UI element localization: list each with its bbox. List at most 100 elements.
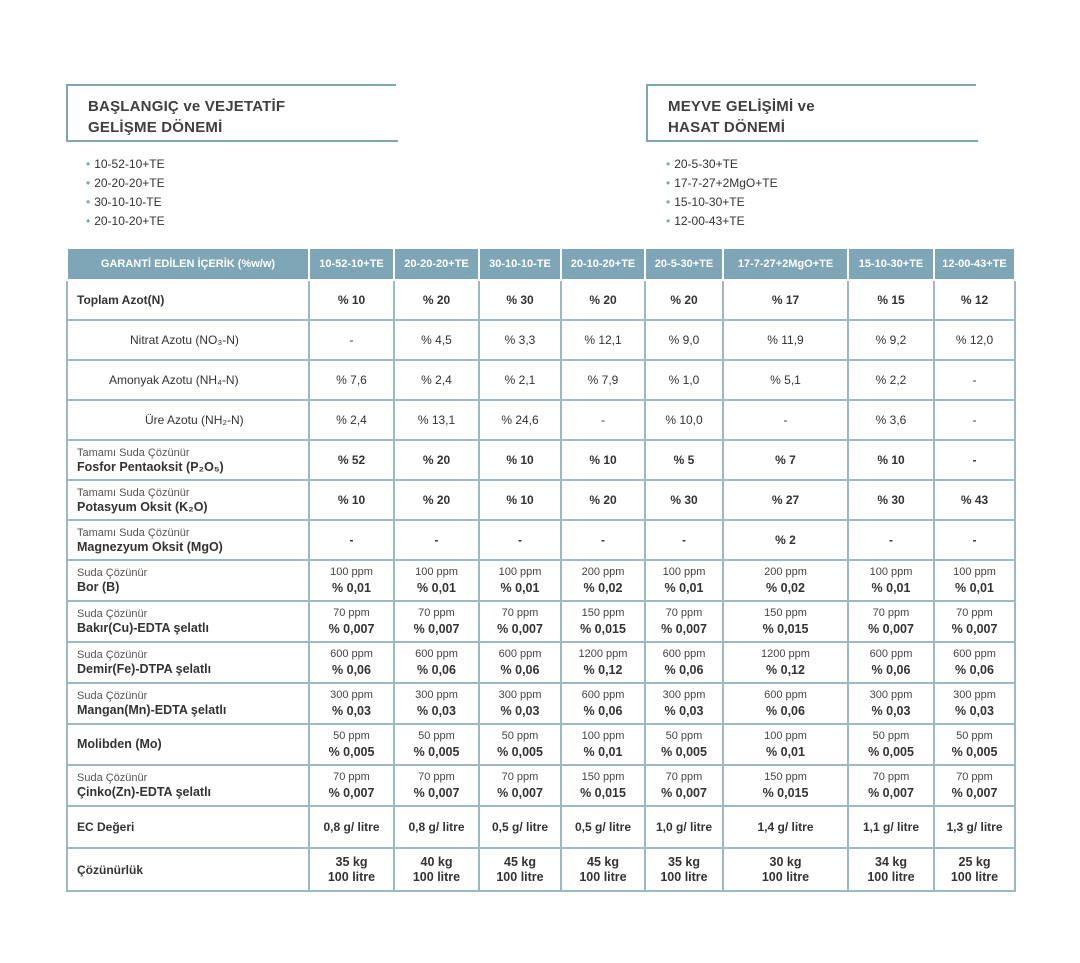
ppm-value: 70 ppm — [333, 607, 370, 619]
row-label: Üre Azotu (NH₂-N) — [66, 399, 310, 441]
ppm-value: 70 ppm — [418, 607, 455, 619]
ppm-value: 600 ppm — [581, 689, 625, 701]
percent-value: % 0,06 — [417, 663, 456, 677]
percent-value: % 0,03 — [332, 704, 371, 718]
table-cell: % 3,3 — [478, 319, 562, 361]
table-row-ec: EC Değeri 0,8 g/ litre 0,8 g/ litre 0,5 g/ … — [66, 805, 1016, 849]
table-row: Üre Azotu (NH₂-N)% 2,4% 13,1% 24,6-% 10,… — [66, 399, 1016, 441]
table-cell: 30 kg 100 litre — [722, 847, 849, 892]
table-cell: 150 ppm % 0,015 — [560, 764, 646, 807]
table-cell: % 52 — [308, 439, 395, 481]
percent-value: % 0,01 — [332, 581, 371, 595]
table-cell: 300 ppm % 0,03 — [933, 682, 1016, 725]
ppm-value: 50 ppm — [872, 730, 910, 742]
table-cell: 600 ppm % 0,06 — [393, 641, 480, 684]
table-cell: 45 kg 100 litre — [478, 847, 562, 892]
table-cell: 300 ppm % 0,03 — [478, 682, 562, 725]
ppm-value: 100 ppm — [662, 566, 706, 578]
ppm-value: 600 ppm — [953, 648, 996, 660]
table-row-solubility: Çözünürlük 35 kg 100 litre 40 kg 100 litre 45… — [66, 847, 1016, 892]
table-cell: 100 ppm % 0,01 — [933, 559, 1016, 602]
table-cell: 200 ppm % 0,02 — [722, 559, 849, 602]
table-cell: 600 ppm % 0,06 — [308, 641, 395, 684]
table-cell: 100 ppm % 0,01 — [560, 723, 646, 766]
percent-value: % 0,007 — [328, 622, 375, 636]
ppm-value: 300 ppm — [330, 689, 373, 701]
ppm-value: 70 ppm — [956, 771, 993, 783]
table-cell: % 12,1 — [560, 319, 646, 361]
bullet-icon: • — [666, 195, 671, 209]
table-cell: 70 ppm % 0,007 — [644, 764, 724, 807]
table-cell: % 4,5 — [393, 319, 480, 361]
percent-value: % 0,06 — [583, 704, 623, 718]
list-item: • 15-10-30+TE — [666, 193, 778, 212]
ppm-value: 1200 ppm — [761, 648, 810, 660]
solubility-litre: 100 litre — [950, 869, 999, 884]
percent-value: % 0,12 — [583, 663, 623, 677]
ppm-value: 50 ppm — [501, 730, 539, 742]
ppm-value: 150 ppm — [581, 607, 625, 619]
table-row: Molibden (Mo) 50 ppm% 0,005 50 ppm% 0,005 5… — [66, 723, 1016, 766]
ppm-value: 70 ppm — [872, 771, 910, 783]
table-cell: 50 ppm % 0,005 — [478, 723, 562, 766]
table-cell: 100 ppm % 0,01 — [478, 559, 562, 602]
table-cell: % 27 — [722, 479, 849, 521]
percent-value: % 0,015 — [580, 622, 626, 636]
list-item-label: 20-10-20+TE — [94, 214, 165, 228]
percent-value: % 0,015 — [762, 786, 809, 800]
ppm-value: 300 ppm — [498, 689, 542, 701]
ppm-value: 1200 ppm — [578, 648, 628, 660]
table-cell: 0,8 g/ litre — [393, 805, 480, 849]
row-label: Suda Çözünür Demir(Fe)-DTPA şelatlı — [66, 641, 310, 684]
row-label: Çözünürlük — [66, 847, 310, 892]
solubility-litre: 100 litre — [660, 869, 708, 884]
ppm-value: 100 ppm — [869, 566, 913, 578]
ppm-value: 100 ppm — [764, 730, 807, 742]
section-fruit-harvest: MEYVE GELİŞİMİ ve HASAT DÖNEMİ • 20-5-30+… — [646, 84, 978, 228]
table-cell: % 2,4 — [393, 359, 480, 401]
table-row: Tamamı Suda Çözünür Magnezyum Oksit (MgO)… — [66, 519, 1016, 561]
table-cell: 0,8 g/ litre — [308, 805, 395, 849]
solubility-kg: 34 kg — [875, 854, 907, 869]
percent-value: % 0,007 — [413, 622, 460, 636]
percent-value: % 0,01 — [766, 745, 805, 759]
table-cell: % 30 — [478, 279, 562, 321]
table-cell: % 15 — [847, 279, 935, 321]
table-cell: 600 ppm % 0,06 — [847, 641, 935, 684]
table-cell: % 10 — [308, 279, 395, 321]
table-cell: 150 ppm % 0,015 — [722, 764, 849, 807]
table-cell: % 9,2 — [847, 319, 935, 361]
row-sublabel: Tamamı Suda Çözünür — [77, 446, 190, 459]
bullet-icon: • — [86, 157, 91, 171]
table-cell: 1,3 g/ litre — [933, 805, 1016, 849]
bullet-icon: • — [666, 214, 671, 228]
section-header-box: MEYVE GELİŞİMİ ve HASAT DÖNEMİ — [646, 84, 978, 142]
ppm-value: 50 ppm — [333, 730, 370, 742]
percent-value: % 0,007 — [951, 786, 998, 800]
list-item: • 10-52-10+TE — [86, 155, 165, 174]
percent-value: % 0,03 — [955, 704, 994, 718]
percent-value: % 0,03 — [500, 704, 540, 718]
table-cell: 50 ppm % 0,005 — [644, 723, 724, 766]
table-cell: 50 ppm % 0,005 — [308, 723, 395, 766]
table-cell: 1200 ppm % 0,12 — [560, 641, 646, 684]
ppm-value: 150 ppm — [764, 607, 807, 619]
solubility-litre: 100 litre — [867, 869, 915, 884]
column-header-product: 17-7-27+2MgO+TE — [722, 247, 849, 281]
table-cell: 50 ppm % 0,005 — [393, 723, 480, 766]
table-cell: 1,0 g/ litre — [644, 805, 724, 849]
percent-value: % 0,005 — [661, 745, 707, 759]
percent-value: % 0,06 — [500, 663, 540, 677]
ppm-value: 300 ppm — [415, 689, 458, 701]
percent-value: % 0,06 — [332, 663, 371, 677]
solubility-kg: 45 kg — [504, 854, 536, 869]
row-label-text: Demir(Fe)-DTPA şelatlı — [77, 662, 212, 676]
ppm-value: 150 ppm — [764, 771, 807, 783]
table-cell: 300 ppm % 0,03 — [644, 682, 724, 725]
section-title-line2: HASAT DÖNEMİ — [668, 119, 786, 136]
table-cell: 300 ppm % 0,03 — [308, 682, 395, 725]
row-sublabel: Suda Çözünür — [77, 649, 148, 661]
solubility-litre: 100 litre — [496, 869, 544, 884]
table-cell: 70 ppm % 0,007 — [644, 600, 724, 643]
ppm-value: 300 ppm — [869, 689, 913, 701]
